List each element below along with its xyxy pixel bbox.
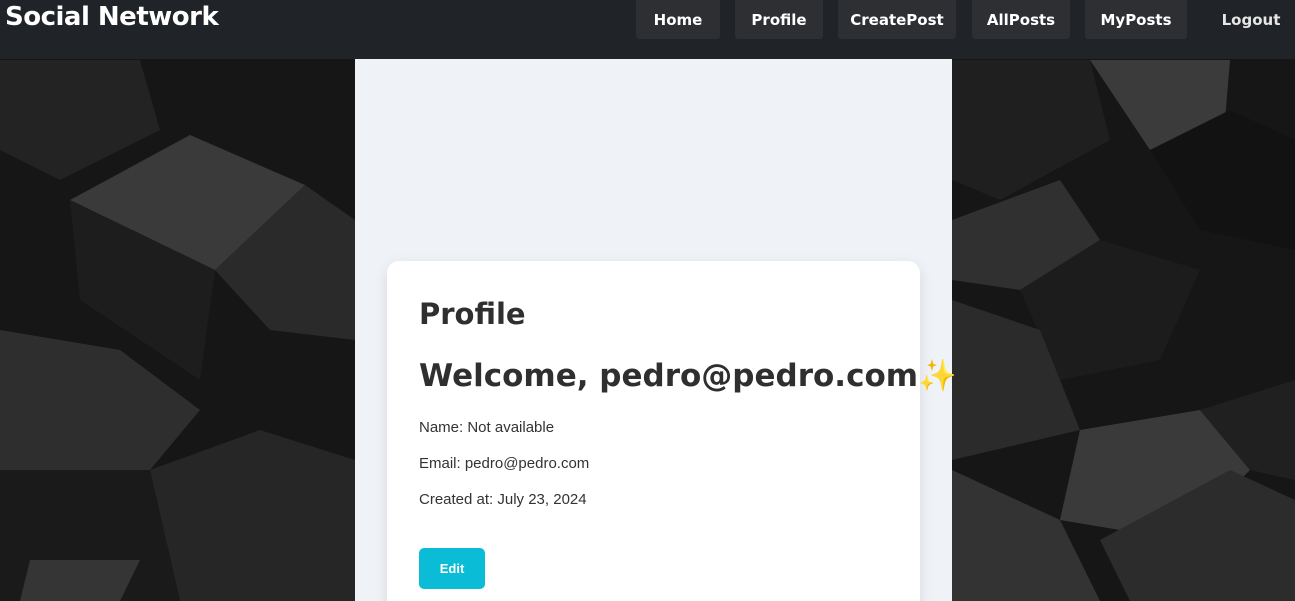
- page-title: Profile: [419, 297, 526, 331]
- welcome-text: Welcome, pedro@pedro.com: [419, 358, 919, 394]
- profile-name: Name: Not available: [419, 419, 555, 436]
- edit-button[interactable]: Edit: [419, 548, 485, 589]
- logout-button[interactable]: Logout: [1210, 0, 1292, 39]
- nav-profile-button[interactable]: Profile: [735, 0, 823, 39]
- nav-myposts-button[interactable]: MyPosts: [1085, 0, 1187, 39]
- profile-email: Email: pedro@pedro.com: [419, 455, 590, 472]
- brand-logo[interactable]: Social Network: [5, 2, 219, 32]
- sparkles-icon: ✨: [918, 358, 957, 394]
- profile-created-at: Created at: July 23, 2024: [419, 491, 587, 508]
- main-content: Profile Welcome, pedro@pedro.com✨ Name: …: [355, 59, 957, 601]
- navbar: Social Network Home Profile CreatePost A…: [0, 0, 1295, 59]
- welcome-heading: Welcome, pedro@pedro.com✨: [419, 357, 957, 394]
- nav-allposts-button[interactable]: AllPosts: [972, 0, 1070, 39]
- nav-home-button[interactable]: Home: [636, 0, 720, 39]
- profile-card: Profile Welcome, pedro@pedro.com✨ Name: …: [387, 261, 957, 601]
- nav-createpost-button[interactable]: CreatePost: [838, 0, 956, 39]
